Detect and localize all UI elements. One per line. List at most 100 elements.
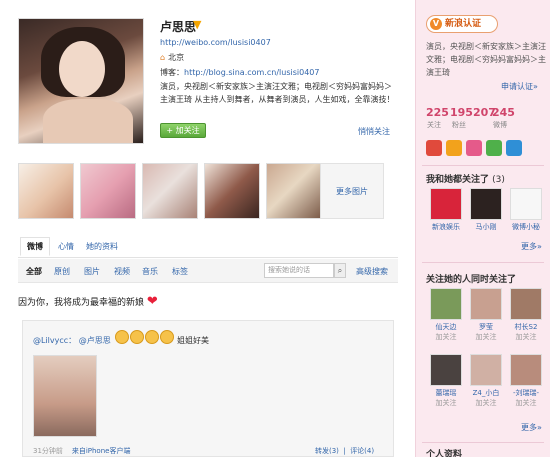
filter-all[interactable]: 全部 <box>26 266 42 277</box>
suggested-user-name[interactable]: 仙天边 <box>426 322 466 332</box>
main-column: 卢思思 ▼ http://weibo.com/lusisi0407 ⌂ 北京 博客… <box>0 0 415 457</box>
common-follow-title-text: 我和她都关注了 <box>426 175 490 185</box>
cert-label: 新浪认证 <box>445 19 482 29</box>
photo-thumb[interactable] <box>18 163 74 219</box>
suggested-user-follow[interactable]: 加关注 <box>466 398 506 408</box>
stat-fans-num[interactable]: 195207 <box>450 106 496 119</box>
suggested-user-follow[interactable]: 加关注 <box>426 398 466 408</box>
blog-url[interactable]: http://blog.sina.com.cn/lusisi0407 <box>184 68 319 77</box>
repost-photo[interactable] <box>33 355 97 437</box>
quiet-follow-link[interactable]: 悄悄关注 <box>358 126 390 137</box>
post-body: 因为你，我将成为最幸福的新娘 <box>18 298 145 308</box>
suggested-user-follow[interactable]: 加关注 <box>466 332 506 342</box>
avatar-face <box>59 41 105 97</box>
comment-link[interactable]: 评论(4) <box>350 447 374 455</box>
suggested-user-follow[interactable]: 加关注 <box>506 398 546 408</box>
advanced-search-link[interactable]: 高级搜索 <box>356 266 388 277</box>
filter-video[interactable]: 视频 <box>114 266 130 277</box>
repost-author-name[interactable]: @Lilvycc： <box>33 336 76 345</box>
suggested-user[interactable]: 仙天边 加关注 <box>426 288 466 342</box>
forward-link[interactable]: 转发(3) <box>315 447 339 455</box>
tab-mood[interactable]: 心情 <box>58 241 74 252</box>
stat-following-num[interactable]: 225 <box>426 106 449 119</box>
suggested-user[interactable]: -刘瑞瑞- 加关注 <box>506 354 546 408</box>
repost-author: @Lilvycc： @卢思思 <box>33 335 111 346</box>
repost-source[interactable]: 来自iPhone客户端 <box>72 447 131 455</box>
emoji-icon <box>115 330 129 344</box>
suggested-user-follow[interactable]: 加关注 <box>506 332 546 342</box>
profile-avatar[interactable] <box>18 18 144 144</box>
repost-actions: 转发(3) | 评论(4) <box>315 447 375 455</box>
common-follow-item[interactable]: 新浪娱乐 <box>426 188 466 232</box>
heart-icon: ❤ <box>146 294 158 309</box>
filter-images[interactable]: 图片 <box>84 266 100 277</box>
repost-time[interactable]: 31分钟前 <box>33 447 63 455</box>
same-time-title: 关注她的人同时关注了 <box>426 275 517 285</box>
tab-profile-info[interactable]: 她的资料 <box>86 241 118 252</box>
suggested-user-name[interactable]: -刘瑞瑞- <box>506 388 546 398</box>
photo-thumb[interactable] <box>142 163 198 219</box>
avatar-body <box>43 99 133 143</box>
follow-button[interactable]: + 加关注 <box>160 123 206 138</box>
medal-icon[interactable] <box>446 140 462 156</box>
medal-icon[interactable] <box>486 140 502 156</box>
suggested-user-follow[interactable]: 加关注 <box>426 332 466 342</box>
common-follow-name[interactable]: 微博小秘 <box>512 223 540 231</box>
sidebar-divider <box>422 262 544 263</box>
photo-thumb[interactable] <box>266 163 322 219</box>
avatar <box>510 354 542 386</box>
common-follow-more[interactable]: 更多» <box>521 241 542 252</box>
suggested-user-name[interactable]: 蕾瑞瑶 <box>426 388 466 398</box>
location-text: 北京 <box>168 53 185 62</box>
search-icon[interactable]: ⌕ <box>334 263 346 278</box>
profile-blog: 博客：http://blog.sina.com.cn/lusisi0407 <box>160 67 319 78</box>
more-photos-link[interactable]: 更多图片 <box>320 163 384 219</box>
reposted-card: @Lilvycc： @卢思思 姐姐好美 31分钟前 来自iPhone客户端 转发… <box>22 320 394 457</box>
apply-cert-link[interactable]: 申请认证» <box>501 81 538 92</box>
common-follow-item[interactable]: 微博小秘 <box>506 188 546 232</box>
verified-v-icon: ▼ <box>193 18 202 31</box>
repost-mention[interactable]: @卢思思 <box>79 336 111 345</box>
common-follow-count: (3) <box>492 175 505 185</box>
avatar <box>430 188 462 220</box>
photo-thumb[interactable] <box>204 163 260 219</box>
profile-url[interactable]: http://weibo.com/lusisi0407 <box>160 38 271 47</box>
sidebar-divider <box>422 442 544 443</box>
blog-label: 博客： <box>160 68 184 77</box>
tab-weibo[interactable]: 微博 <box>20 237 50 256</box>
common-follow-title: 我和她都关注了 (3) <box>426 172 505 185</box>
sina-certification-badge[interactable]: V 新浪认证 <box>426 15 498 33</box>
search-input[interactable]: 搜索她说的话 <box>264 263 334 278</box>
common-follow-name[interactable]: 新浪娱乐 <box>432 223 460 231</box>
feed-filters: 全部 原创 图片 视频 音乐 标签 搜索她说的话 ⌕ 高级搜索 <box>18 259 398 283</box>
suggested-user[interactable]: 蕾瑞瑶 加关注 <box>426 354 466 408</box>
stat-weibo-label: 微博 <box>493 121 507 129</box>
photo-thumb[interactable] <box>80 163 136 219</box>
filter-original[interactable]: 原创 <box>54 266 70 277</box>
avatar <box>510 288 542 320</box>
stat-weibo-num[interactable]: 245 <box>492 106 515 119</box>
avatar <box>510 188 542 220</box>
suggested-user[interactable]: 村长S2 加关注 <box>506 288 546 342</box>
medal-icon[interactable] <box>426 140 442 156</box>
suggested-user-name[interactable]: Z4_小白 <box>466 388 506 398</box>
verified-v-icon: V <box>430 18 442 30</box>
suggested-user[interactable]: 罗莹 加关注 <box>466 288 506 342</box>
suggested-user[interactable]: Z4_小白 加关注 <box>466 354 506 408</box>
suggested-more[interactable]: 更多» <box>521 422 542 433</box>
medal-icon[interactable] <box>506 140 522 156</box>
filter-music[interactable]: 音乐 <box>142 266 158 277</box>
avatar <box>470 188 502 220</box>
medal-icon[interactable] <box>466 140 482 156</box>
sidebar-divider <box>422 165 544 166</box>
filter-tags[interactable]: 标签 <box>172 266 188 277</box>
suggested-user-name[interactable]: 村长S2 <box>506 322 546 332</box>
emoji-icon <box>130 330 144 344</box>
avatar <box>430 288 462 320</box>
stat-following-label: 关注 <box>427 121 441 129</box>
cert-description: 演员，央视剧＜新安家族＞主演汪文雅；电视剧＜穷妈妈富妈妈＞主演王琦 <box>426 42 546 77</box>
suggested-user-name[interactable]: 罗莹 <box>466 322 506 332</box>
common-follow-name[interactable]: 马小刚 <box>476 223 497 231</box>
repost-meta: 31分钟前 来自iPhone客户端 <box>33 446 130 456</box>
common-follow-item[interactable]: 马小刚 <box>466 188 506 232</box>
